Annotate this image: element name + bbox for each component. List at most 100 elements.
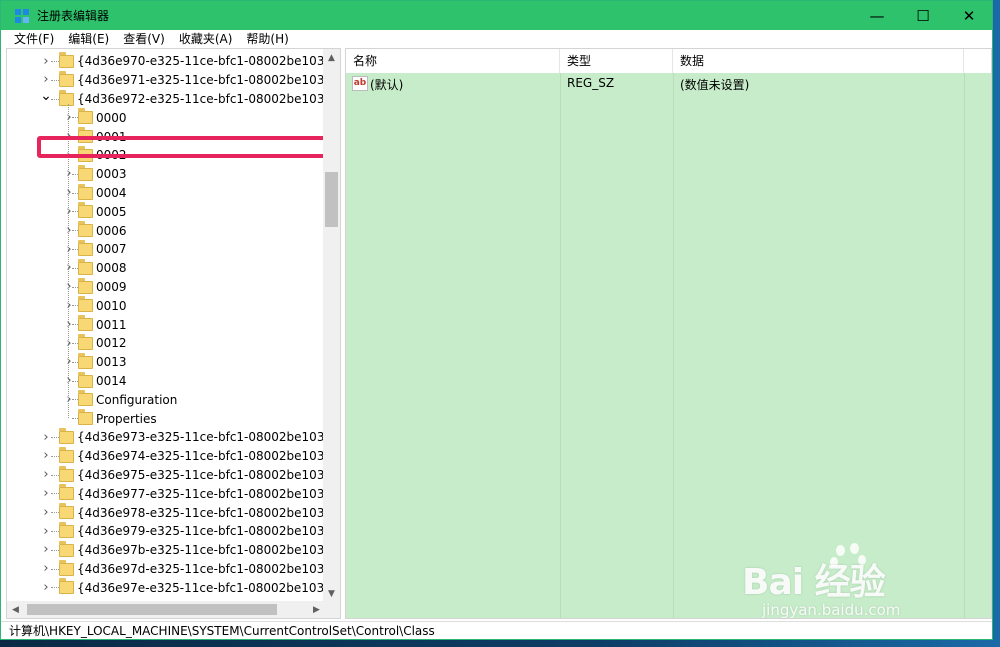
status-bar: 计算机\HKEY_LOCAL_MACHINE\SYSTEM\CurrentCon… — [1, 621, 992, 639]
folder-icon — [78, 390, 93, 407]
tree-node-label: 0004 — [96, 185, 127, 200]
tree-node[interactable]: › {4d36e975-e325-11ce-bfc1-08002be10318} — [7, 465, 325, 485]
tree-node-label: 0012 — [96, 336, 127, 351]
tree-node[interactable]: › {4d36e974-e325-11ce-bfc1-08002be10318} — [7, 446, 325, 466]
minimize-icon: — — [869, 6, 885, 25]
tree-connector — [51, 549, 59, 551]
tree-child-node[interactable]: › 0012 — [7, 334, 325, 353]
tree-node[interactable]: › {4d36e97d-e325-11ce-bfc1-08002be10318} — [7, 559, 325, 579]
tree-node[interactable]: › {4d36e971-e325-11ce-bfc1-08002be10318} — [7, 70, 325, 90]
tree-node[interactable]: › {4d36e979-e325-11ce-bfc1-08002be10318} — [7, 522, 325, 541]
folder-icon — [78, 258, 93, 275]
menu-file[interactable]: 文件(F) — [7, 30, 61, 48]
maximize-button[interactable]: ☐ — [900, 1, 946, 30]
tree-node[interactable]: › {4d36e973-e325-11ce-bfc1-08002be10318} — [7, 428, 325, 447]
menu-view[interactable]: 查看(V) — [116, 30, 172, 48]
menu-bar: 文件(F) 编辑(E) 查看(V) 收藏夹(A) 帮助(H) — [1, 30, 992, 48]
column-divider — [964, 73, 965, 618]
menu-favorites[interactable]: 收藏夹(A) — [172, 30, 240, 48]
tree-node-label: 0011 — [96, 317, 127, 332]
tree-child-node[interactable]: › 0010 — [7, 296, 325, 315]
value-row[interactable]: ab (默认) REG_SZ (数值未设置) — [346, 74, 991, 94]
tree-child-node[interactable]: › 0001 — [7, 127, 325, 146]
registry-editor-window: 注册表编辑器 — ☐ ✕ 文件(F) 编辑(E) 查看(V) 收藏夹(A) 帮助… — [0, 0, 993, 640]
menu-edit[interactable]: 编辑(E) — [61, 30, 116, 48]
tree-horizontal-scrollbar[interactable]: ◀ ▶ — [7, 601, 325, 618]
tree-node-label: 0010 — [96, 298, 127, 313]
title-bar[interactable]: 注册表编辑器 — ☐ ✕ — [1, 1, 992, 30]
tree-node[interactable]: › {4d36e970-e325-11ce-bfc1-08002be10318} — [7, 52, 325, 71]
tree-child-node[interactable]: › 0011 — [7, 315, 325, 334]
folder-icon — [78, 334, 93, 350]
tree-node-label: 0003 — [96, 167, 127, 182]
tree-child-node[interactable]: › 0002 — [7, 146, 325, 165]
column-name-header[interactable]: 名称 — [346, 49, 560, 73]
tree-child-node[interactable]: › 0008 — [7, 258, 325, 278]
tree-node-label: {4d36e97e-e325-11ce-bfc1-08002be10318} — [77, 580, 325, 595]
tree-node[interactable]: › {4d36e97e-e325-11ce-bfc1-08002be10318} — [7, 578, 325, 597]
registry-values-pane[interactable]: 名称 类型 数据 ab (默认) REG_SZ (数值未设置) — [345, 48, 992, 619]
chevron-right-icon[interactable]: › — [41, 72, 51, 87]
chevron-right-icon[interactable]: › — [41, 54, 51, 69]
tree-child-node[interactable]: Properties — [7, 409, 325, 428]
folder-icon — [59, 540, 74, 557]
column-type-header[interactable]: 类型 — [560, 49, 673, 73]
tree-child-node[interactable]: › 0007 — [7, 240, 325, 259]
chevron-right-icon[interactable]: › — [41, 542, 51, 557]
folder-icon — [59, 522, 74, 538]
close-button[interactable]: ✕ — [946, 1, 992, 30]
chevron-down-icon[interactable]: ⌄ — [40, 88, 52, 104]
tree-node-label: 0000 — [96, 110, 127, 125]
tree-child-node[interactable]: › Configuration — [7, 390, 325, 409]
chevron-right-icon[interactable]: › — [41, 467, 51, 482]
folder-icon — [59, 70, 74, 87]
chevron-right-icon[interactable]: › — [41, 505, 51, 520]
folder-icon — [78, 146, 93, 162]
tree-node-label: Properties — [96, 411, 157, 426]
scroll-down-icon[interactable]: ▼ — [323, 585, 340, 602]
tree-child-node[interactable]: › 0005 — [7, 202, 325, 221]
tree-node-label: Configuration — [96, 392, 178, 407]
chevron-right-icon[interactable]: › — [41, 524, 51, 539]
chevron-right-icon[interactable]: › — [41, 486, 51, 501]
value-data: (数值未设置) — [680, 78, 750, 92]
tree-connector — [51, 79, 59, 81]
tree-connector — [51, 98, 59, 100]
scroll-thumb[interactable] — [325, 172, 338, 227]
column-data-header[interactable]: 数据 — [673, 49, 964, 73]
folder-icon — [78, 164, 93, 181]
tree-node[interactable]: › {4d36e97b-e325-11ce-bfc1-08002be10318} — [7, 540, 325, 560]
chevron-right-icon[interactable]: › — [41, 430, 51, 445]
tree-child-node[interactable]: › 0013 — [7, 352, 325, 372]
column-divider — [560, 73, 561, 618]
minimize-button[interactable]: — — [854, 1, 900, 30]
menu-help[interactable]: 帮助(H) — [239, 30, 295, 48]
registry-tree-pane[interactable]: › {4d36e970-e325-11ce-bfc1-08002be10318} ›… — [6, 48, 341, 619]
tree-child-node[interactable]: › 0006 — [7, 221, 325, 240]
tree-node-label: {4d36e970-e325-11ce-bfc1-08002be10318} — [77, 54, 325, 69]
tree-child-node[interactable]: › 0003 — [7, 164, 325, 184]
folder-icon — [78, 277, 93, 294]
tree-connector — [51, 531, 59, 532]
tree-child-node[interactable]: › 0000 — [7, 108, 325, 127]
value-name: (默认) — [370, 78, 404, 92]
hscroll-thumb[interactable] — [27, 604, 277, 615]
tree-node-selected[interactable]: ⌄ {4d36e972-e325-11ce-bfc1-08002be10318} — [7, 88, 325, 109]
chevron-right-icon[interactable]: › — [41, 448, 51, 463]
tree-connector — [51, 587, 59, 589]
tree-child-node[interactable]: › 0009 — [7, 277, 325, 297]
tree-node-label: 0007 — [96, 242, 127, 257]
folder-icon — [78, 240, 93, 256]
tree-list: › {4d36e970-e325-11ce-bfc1-08002be10318} ›… — [7, 49, 325, 602]
chevron-right-icon[interactable]: › — [41, 561, 51, 576]
tree-node[interactable]: › {4d36e978-e325-11ce-bfc1-08002be10318} — [7, 503, 325, 522]
tree-node[interactable]: › {4d36e977-e325-11ce-bfc1-08002be10318} — [7, 484, 325, 503]
folder-icon — [78, 296, 93, 313]
scroll-up-icon[interactable]: ▲ — [323, 49, 340, 66]
tree-child-node[interactable]: › 0014 — [7, 371, 325, 391]
chevron-right-icon[interactable]: › — [41, 580, 51, 595]
tree-vertical-scrollbar[interactable]: ▲ ▼ — [323, 49, 340, 602]
tree-child-node[interactable]: › 0004 — [7, 183, 325, 203]
tree-connector — [51, 493, 59, 495]
scroll-left-icon[interactable]: ◀ — [7, 601, 24, 618]
